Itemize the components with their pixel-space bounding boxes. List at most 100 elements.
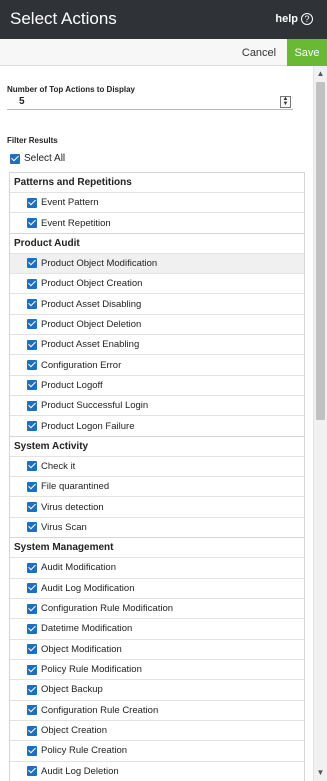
top-actions-value[interactable]: 5 xyxy=(19,96,25,107)
checkbox-checked-icon[interactable] xyxy=(27,522,37,533)
dialog-header: Select Actions help ? xyxy=(0,0,327,39)
dialog-title: Select Actions xyxy=(10,9,117,28)
checkbox-checked-icon[interactable] xyxy=(27,562,37,573)
checkbox-checked-icon[interactable] xyxy=(27,623,37,634)
checkbox-checked-icon[interactable] xyxy=(10,153,20,164)
scroll-up-icon[interactable]: ▲ xyxy=(314,68,327,80)
checkbox-checked-icon[interactable] xyxy=(27,644,37,655)
checkbox-checked-icon[interactable] xyxy=(27,421,37,432)
checkbox-checked-icon[interactable] xyxy=(27,380,37,391)
filter-item[interactable]: Datetime Modification xyxy=(10,618,304,638)
filter-groups: Patterns and Repetitions Event Pattern Eve… xyxy=(9,172,305,781)
filter-item-label: Product Successful Login xyxy=(41,400,149,412)
filter-item[interactable]: Audit Modification xyxy=(10,557,304,577)
checkbox-checked-icon[interactable] xyxy=(27,278,37,289)
checkbox-checked-icon[interactable] xyxy=(27,664,37,675)
checkbox-checked-icon[interactable] xyxy=(27,481,37,492)
filter-item-label: Object Creation xyxy=(41,725,108,737)
filter-item-label: Product Asset Disabling xyxy=(41,298,142,310)
filter-item[interactable]: Check it xyxy=(10,455,304,476)
checkbox-checked-icon[interactable] xyxy=(27,461,37,472)
checkbox-checked-icon[interactable] xyxy=(27,705,37,716)
filter-item-label: Product Object Creation xyxy=(41,278,143,290)
help-label: help xyxy=(275,13,298,25)
filter-item[interactable]: Event Pattern xyxy=(10,192,304,212)
filter-item-label: Policy Rule Creation xyxy=(41,745,128,757)
filter-item[interactable]: Configuration Rule Modification xyxy=(10,597,304,618)
filter-item-label: Product Object Modification xyxy=(41,257,158,269)
question-circle-icon: ? xyxy=(301,13,313,25)
select-all-label: Select All xyxy=(24,153,66,164)
filter-item[interactable]: Product Object Modification xyxy=(10,252,304,274)
checkbox-checked-icon[interactable] xyxy=(27,400,37,411)
filter-item[interactable]: Product Object Deletion xyxy=(10,313,304,334)
filter-item-label: Product Logon Failure xyxy=(41,420,135,432)
filter-item[interactable]: Policy Rule Modification xyxy=(10,658,304,679)
checkbox-checked-icon[interactable] xyxy=(27,218,37,229)
checkbox-checked-icon[interactable] xyxy=(27,299,37,310)
filter-item-label: Product Asset Enabling xyxy=(41,339,140,351)
checkbox-checked-icon[interactable] xyxy=(27,258,37,269)
cancel-button[interactable]: Cancel xyxy=(234,39,284,66)
filter-item-label: Configuration Error xyxy=(41,359,122,371)
filter-item[interactable]: Object Creation xyxy=(10,719,304,740)
checkbox-checked-icon[interactable] xyxy=(27,684,37,695)
filter-item[interactable]: File quarantined xyxy=(10,476,304,496)
filter-item[interactable]: Virus Scan xyxy=(10,516,304,537)
scrollbar[interactable]: ▲ ▼ xyxy=(313,66,327,781)
filter-item-label: Object Modification xyxy=(41,643,122,655)
filter-item[interactable]: Configuration Error xyxy=(10,354,304,374)
filter-item[interactable]: Product Asset Disabling xyxy=(10,293,304,313)
checkbox-checked-icon[interactable] xyxy=(27,360,37,371)
filter-item-label: Virus Scan xyxy=(41,521,87,533)
action-bar: Cancel Save xyxy=(0,39,327,66)
checkbox-checked-icon[interactable] xyxy=(27,766,37,777)
filter-item-label: Event Pattern xyxy=(41,197,99,209)
scroll-down-icon[interactable]: ▼ xyxy=(314,767,327,779)
top-actions-label: Number of Top Actions to Display xyxy=(7,85,136,94)
filter-item-label: Audit Log Deletion xyxy=(41,765,119,777)
filter-item[interactable]: Audit Log Modification xyxy=(10,577,304,598)
filter-item[interactable]: Policy Rule Creation xyxy=(10,740,304,760)
group-header: System Activity xyxy=(10,435,304,456)
filter-item-label: Policy Rule Modification xyxy=(41,664,142,676)
filter-item[interactable]: Object Modification xyxy=(10,638,304,659)
filter-item[interactable]: Product Object Creation xyxy=(10,273,304,293)
checkbox-checked-icon[interactable] xyxy=(27,319,37,330)
save-button[interactable]: Save xyxy=(287,39,327,66)
dialog-content: Number of Top Actions to Display 5 ▲ ▼ Fi… xyxy=(0,66,313,781)
filter-item-label: Configuration Rule Modification xyxy=(41,603,174,615)
select-all-checkbox[interactable]: Select All xyxy=(10,153,65,164)
group-header: Product Audit xyxy=(10,232,304,253)
group-header: System Management xyxy=(10,537,304,557)
filter-item-label: Audit Modification xyxy=(41,562,116,574)
filter-item-label: File quarantined xyxy=(41,481,110,493)
checkbox-checked-icon[interactable] xyxy=(27,725,37,736)
filter-item-label: Audit Log Modification xyxy=(41,582,135,594)
checkbox-checked-icon[interactable] xyxy=(27,583,37,594)
filter-item[interactable]: Audit Log Deletion xyxy=(10,760,304,781)
help-link[interactable]: help ? xyxy=(275,13,313,25)
filter-item-label: Datetime Modification xyxy=(41,623,133,635)
scroll-thumb[interactable] xyxy=(316,82,325,420)
filter-item[interactable]: Object Backup xyxy=(10,679,304,699)
filter-item[interactable]: Event Repetition xyxy=(10,212,304,232)
checkbox-checked-icon[interactable] xyxy=(27,745,37,756)
filter-item-label: Product Logoff xyxy=(41,379,103,391)
filter-item[interactable]: Product Logoff xyxy=(10,374,304,395)
filter-item-label: Virus detection xyxy=(41,501,104,513)
checkbox-checked-icon[interactable] xyxy=(27,603,37,614)
filter-item[interactable]: Virus detection xyxy=(10,496,304,516)
checkbox-checked-icon[interactable] xyxy=(27,197,37,208)
filter-item-label: Configuration Rule Creation xyxy=(41,704,159,716)
filter-item[interactable]: Configuration Rule Creation xyxy=(10,699,304,720)
checkbox-checked-icon[interactable] xyxy=(27,502,37,513)
filter-item[interactable]: Product Successful Login xyxy=(10,395,304,415)
top-actions-stepper[interactable]: 5 ▲ ▼ xyxy=(7,95,293,110)
checkbox-checked-icon[interactable] xyxy=(27,339,37,350)
group-header: Patterns and Repetitions xyxy=(10,172,304,192)
spinner-arrows-icon[interactable]: ▲ ▼ xyxy=(280,96,291,108)
filter-item-label: Event Repetition xyxy=(41,217,111,229)
filter-item[interactable]: Product Logon Failure xyxy=(10,415,304,435)
filter-item[interactable]: Product Asset Enabling xyxy=(10,334,304,354)
